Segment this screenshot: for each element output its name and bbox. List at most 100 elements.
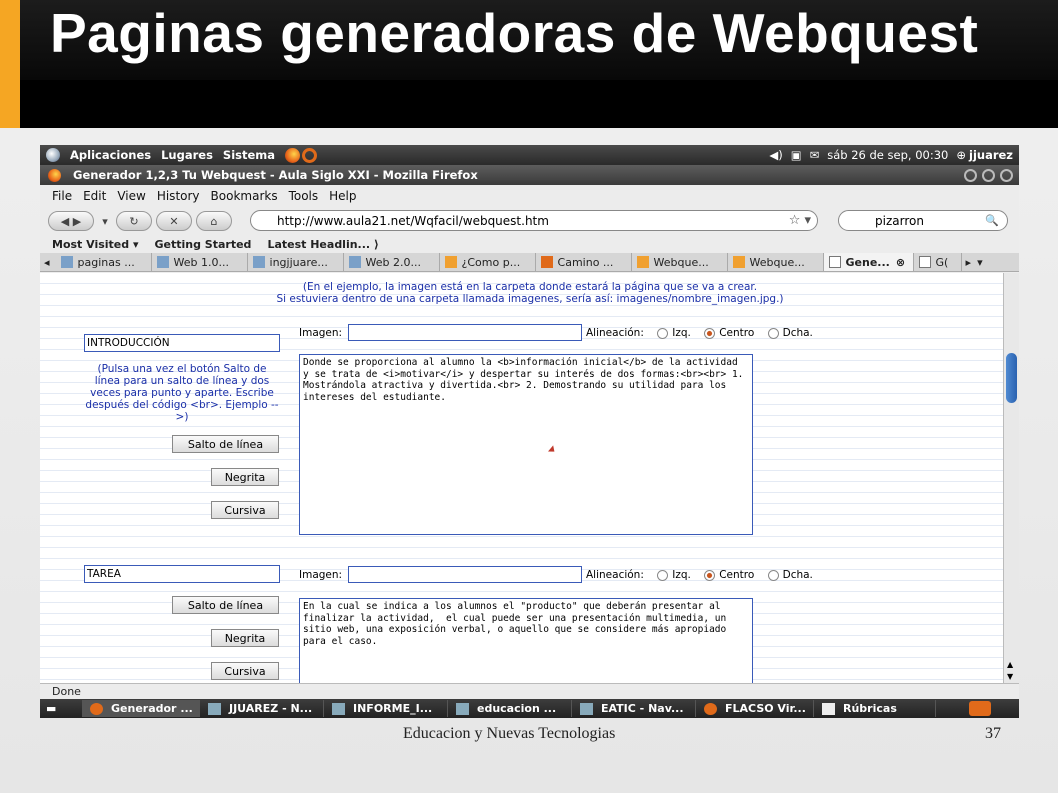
menu-file[interactable]: File <box>52 189 72 203</box>
tab-active[interactable]: Gene... ⊗ <box>823 253 914 271</box>
align-center-label: Centro <box>719 569 755 581</box>
taskbar-item[interactable]: JJUAREZ - N... <box>200 700 324 717</box>
line-break-button[interactable]: Salto de línea <box>172 596 279 614</box>
screenshot: Aplicaciones Lugares Sistema ◀) ▣ ✉ sáb … <box>40 145 1019 718</box>
title-bar: Paginas generadoras de Webquest <box>0 0 1058 128</box>
gnome-foot-icon[interactable] <box>46 148 60 162</box>
tab[interactable]: ¿Como p... <box>440 253 536 271</box>
firefox-launcher-icon[interactable] <box>285 147 301 163</box>
bold-button[interactable]: Negrita <box>211 468 279 486</box>
image-input[interactable] <box>348 566 582 583</box>
document-icon <box>208 702 221 715</box>
tab[interactable]: ingjjuare... <box>248 253 344 271</box>
tab[interactable]: G( <box>914 253 962 271</box>
scroll-up-icon[interactable]: ▲ <box>1007 660 1013 669</box>
scroll-down-icon[interactable]: ▼ <box>1007 672 1013 681</box>
list-all-tabs-icon[interactable]: ▾ <box>977 256 983 269</box>
tab-scroll-left-icon[interactable]: ◂ <box>44 256 50 269</box>
menu-sistema[interactable]: Sistema <box>223 148 275 162</box>
slide-title: Paginas generadoras de Webquest <box>50 2 979 64</box>
maximize-button[interactable] <box>982 168 995 182</box>
document-icon <box>332 702 345 715</box>
volume-icon[interactable]: ◀) <box>769 148 782 162</box>
align-right-radio[interactable] <box>767 327 779 339</box>
vertical-scrollbar[interactable]: ▲ ▼ <box>1003 273 1019 683</box>
history-dropdown-button[interactable]: ▾ <box>98 211 112 231</box>
image-input[interactable] <box>348 324 582 341</box>
tab-scroll-right-icon[interactable]: ▸ <box>966 256 972 269</box>
taskbar-item-label: Rúbricas <box>843 702 897 715</box>
menu-edit[interactable]: Edit <box>83 189 106 203</box>
bookmark-star-icon[interactable]: ☆ ▾ <box>789 213 811 228</box>
close-button[interactable] <box>1000 168 1013 182</box>
taskbar: ▬ Generador ... JJUAREZ - N... INFORME_I… <box>40 699 1019 718</box>
tab[interactable]: Web 2.0... <box>344 253 440 271</box>
tab[interactable]: Camino ... <box>536 253 632 271</box>
home-button[interactable]: ⌂ <box>196 211 232 231</box>
tab[interactable]: Web 1.0... <box>152 253 248 271</box>
clock[interactable]: sáb 26 de sep, 00:30 <box>827 148 948 162</box>
section-name-field[interactable]: TAREA <box>84 565 280 583</box>
back-icon: ◀ <box>60 214 70 228</box>
taskbar-item-label: EATIC - Nav... <box>601 702 684 715</box>
taskbar-item[interactable]: Generador ... <box>82 700 200 717</box>
taskbar-item[interactable]: FLACSO Vir... <box>696 700 814 717</box>
menu-history[interactable]: History <box>157 189 200 203</box>
bold-button[interactable]: Negrita <box>211 629 279 647</box>
italic-button[interactable]: Cursiva <box>211 662 279 680</box>
menu-lugares[interactable]: Lugares <box>161 148 213 162</box>
italic-button[interactable]: Cursiva <box>211 501 279 519</box>
taskbar-item[interactable]: INFORME_I... <box>324 700 448 717</box>
menu-aplicaciones[interactable]: Aplicaciones <box>70 148 151 162</box>
stop-button[interactable]: ✕ <box>156 211 192 231</box>
navigation-toolbar: ◀ ▶ ▾ ↻ ✕ ⌂ http://www.aula21.net/Wqfaci… <box>40 206 1019 236</box>
url-bar[interactable]: http://www.aula21.net/Wqfacil/webquest.h… <box>250 210 818 231</box>
bookmark-getting-started[interactable]: Getting Started <box>155 238 252 251</box>
section-text-area[interactable]: Donde se proporciona al alumno la <b>inf… <box>299 354 753 535</box>
menu-help[interactable]: Help <box>329 189 356 203</box>
tab[interactable]: Webque... <box>632 253 728 271</box>
footer-text: Educacion y Nuevas Tecnologias <box>403 725 616 742</box>
section-text-area[interactable]: En la cual se indica a los alumnos el "p… <box>299 598 753 683</box>
bookmark-latest-headlines[interactable]: Latest Headlin... ⟩ <box>267 238 379 251</box>
search-box[interactable]: pizarron 🔍 <box>838 210 1008 231</box>
menu-view[interactable]: View <box>117 189 145 203</box>
tab-close-icon[interactable]: ⊗ <box>896 256 905 269</box>
menu-bookmarks[interactable]: Bookmarks <box>211 189 278 203</box>
align-center-radio[interactable] <box>704 569 716 581</box>
back-forward-button[interactable]: ◀ ▶ <box>48 211 94 231</box>
firefox-tray-icon[interactable] <box>969 701 991 716</box>
firefox-icon <box>704 702 717 715</box>
chevron-down-icon: ▾ <box>102 214 108 228</box>
status-bar: Done <box>40 683 1019 699</box>
minimize-button[interactable] <box>964 168 977 182</box>
menu-tools[interactable]: Tools <box>289 189 319 203</box>
show-desktop-icon[interactable]: ▬ <box>46 702 76 716</box>
section-name-field[interactable]: INTRODUCCIÓN <box>84 334 280 352</box>
network-icon[interactable]: ▣ <box>791 148 802 162</box>
mail-icon[interactable]: ✉ <box>810 148 820 162</box>
taskbar-item[interactable]: Rúbricas <box>814 700 936 717</box>
reload-button[interactable]: ↻ <box>116 211 152 231</box>
ubuntu-launcher-icon[interactable] <box>302 147 318 163</box>
scrollbar-thumb[interactable] <box>1006 353 1017 403</box>
search-icon[interactable]: 🔍 <box>985 214 999 227</box>
user-name[interactable]: jjuarez <box>969 148 1013 162</box>
align-center-radio[interactable] <box>704 327 716 339</box>
tab-label: Web 1.0... <box>173 255 229 269</box>
align-right-radio[interactable] <box>767 569 779 581</box>
taskbar-item[interactable]: educacion ... <box>448 700 572 717</box>
line-break-button[interactable]: Salto de línea <box>172 435 279 453</box>
align-left-radio[interactable] <box>657 327 669 339</box>
tab-favicon <box>636 256 649 268</box>
taskbar-item[interactable]: EATIC - Nav... <box>572 700 696 717</box>
image-note: (En el ejemplo, la imagen está en la car… <box>210 281 850 305</box>
tab-favicon <box>60 256 73 268</box>
align-right-label: Dcha. <box>782 569 813 581</box>
tab-label: Camino ... <box>557 255 614 269</box>
tab-label: Webque... <box>653 255 709 269</box>
tab[interactable]: paginas ... <box>56 253 152 271</box>
align-left-radio[interactable] <box>657 569 669 581</box>
tab[interactable]: Webque... <box>728 253 824 271</box>
bookmark-most-visited[interactable]: Most Visited ▾ <box>52 238 139 251</box>
